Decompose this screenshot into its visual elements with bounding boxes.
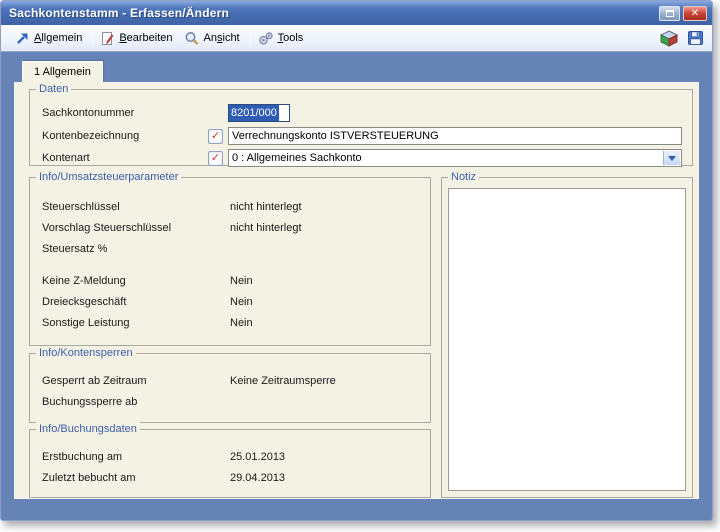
sachkontonummer-input[interactable]: 8201/000: [228, 104, 290, 122]
bullet-icon: [212, 396, 230, 412]
bullet-icon: [212, 222, 230, 238]
group-title: Info/Kontensperren: [36, 346, 136, 360]
menu-label: Ansicht: [204, 32, 240, 44]
check-slot: ✓: [208, 151, 228, 166]
bullet-icon: [212, 472, 230, 488]
info-row: Steuerschlüssel nicht hinterlegt: [42, 201, 422, 217]
info-value: Nein: [230, 275, 422, 291]
info-value: 29.04.2013: [230, 472, 422, 488]
info-label: Gesperrt ab Zeitraum: [42, 375, 212, 391]
toolbar: Allgemein Bearbeiten Ansicht Tool: [1, 25, 712, 52]
group-title: Info/Umsatzsteuerparameter: [36, 170, 181, 184]
bullet-icon: [212, 296, 230, 312]
bullet-icon: [212, 201, 230, 217]
restore-icon: [666, 10, 674, 17]
info-label: Buchungssperre ab: [42, 396, 212, 412]
tab-page-allgemein: Daten Sachkontonummer 8201/000 Kontenbez…: [14, 82, 699, 499]
edit-page-icon: [100, 31, 115, 46]
close-button[interactable]: ✕: [683, 6, 707, 21]
notiz-textarea[interactable]: [448, 188, 686, 491]
cube-icon[interactable]: [660, 30, 678, 47]
selected-text: 8201/000: [229, 105, 279, 121]
save-icon[interactable]: [687, 30, 704, 46]
info-label: Steuerschlüssel: [42, 201, 212, 217]
info-value: 25.01.2013: [230, 451, 422, 467]
magnifier-icon: [184, 31, 200, 46]
gears-icon: [258, 31, 274, 46]
info-row: Buchungssperre ab: [42, 396, 422, 412]
bullet-icon: [212, 375, 230, 391]
menu-allgemein[interactable]: Allgemein: [11, 29, 89, 47]
info-value: nicht hinterlegt: [230, 222, 422, 238]
group-title: Notiz: [448, 170, 479, 184]
toolbar-separator: [250, 30, 251, 47]
field-label: Kontenart: [42, 152, 208, 164]
menu-ansicht[interactable]: Ansicht: [180, 29, 247, 48]
tab-allgemein[interactable]: 1 Allgemein: [22, 61, 103, 83]
info-value: Keine Zeitraumsperre: [230, 375, 422, 391]
titlebar: Sachkontenstamm - Erfassen/Ändern ✕: [1, 1, 712, 25]
info-label: Steuersatz %: [42, 243, 212, 259]
check-button[interactable]: ✓: [208, 151, 223, 166]
info-value: [230, 243, 422, 259]
window-title: Sachkontenstamm - Erfassen/Ändern: [9, 6, 656, 20]
arrow-up-right-icon: [15, 31, 30, 45]
info-row: Dreiecksgeschäft Nein: [42, 296, 422, 312]
bullet-icon: [212, 451, 230, 467]
menu-label: Tools: [278, 32, 304, 44]
info-value: Nein: [230, 296, 422, 312]
field-label: Sachkontonummer: [42, 107, 208, 119]
bullet-icon: [212, 243, 230, 259]
info-label: Erstbuchung am: [42, 451, 212, 467]
check-slot: ✓: [208, 129, 228, 144]
menu-bearbeiten[interactable]: Bearbeiten: [96, 29, 179, 48]
app-window: Sachkontenstamm - Erfassen/Ändern ✕ Allg…: [0, 0, 713, 521]
info-row: Keine Z-Meldung Nein: [42, 275, 422, 291]
info-value: [230, 396, 422, 412]
group-notiz: Notiz: [441, 177, 693, 498]
info-row: Erstbuchung am 25.01.2013: [42, 451, 422, 467]
dropdown-button[interactable]: [663, 151, 680, 165]
group-umsatzsteuerparameter: Info/Umsatzsteuerparameter Steuerschlüss…: [29, 177, 431, 346]
field-label: Kontenbezeichnung: [42, 130, 208, 142]
group-title: Info/Buchungsdaten: [36, 422, 140, 436]
bullet-icon: [212, 275, 230, 291]
info-row: Gesperrt ab Zeitraum Keine Zeitraumsperr…: [42, 375, 422, 391]
group-kontensperren: Info/Kontensperren Gesperrt ab Zeitraum …: [29, 353, 431, 423]
info-row: Sonstige Leistung Nein: [42, 317, 422, 333]
group-daten: Daten Sachkontonummer 8201/000 Kontenbez…: [29, 89, 693, 166]
field-row-kontenbezeichnung: Kontenbezeichnung ✓ Verrechnungskonto IS…: [42, 126, 682, 146]
group-buchungsdaten: Info/Buchungsdaten Erstbuchung am 25.01.…: [29, 429, 431, 498]
menu-tools[interactable]: Tools: [254, 29, 311, 48]
check-button[interactable]: ✓: [208, 129, 223, 144]
info-label: Zuletzt bebucht am: [42, 472, 212, 488]
bullet-icon: [212, 317, 230, 333]
info-row: Zuletzt bebucht am 29.04.2013: [42, 472, 422, 488]
info-row: Steuersatz %: [42, 243, 422, 259]
menu-label: Bearbeiten: [119, 32, 172, 44]
restore-button[interactable]: [659, 6, 680, 21]
kontenbezeichnung-input[interactable]: Verrechnungskonto ISTVERSTEUERUNG: [228, 127, 682, 145]
kontenart-dropdown[interactable]: 0 : Allgemeines Sachkonto: [228, 149, 682, 167]
info-label: Vorschlag Steuerschlüssel: [42, 222, 212, 238]
info-row: Vorschlag Steuerschlüssel nicht hinterle…: [42, 222, 422, 238]
content-frame: 1 Allgemein Daten Sachkontonummer 8201/0…: [1, 52, 712, 520]
field-row-sachkontonummer: Sachkontonummer 8201/000: [42, 103, 682, 123]
info-value: Nein: [230, 317, 422, 333]
group-title: Daten: [36, 82, 71, 96]
screen: Sachkontenstamm - Erfassen/Ändern ✕ Allg…: [0, 0, 720, 532]
chevron-down-icon: [668, 156, 676, 161]
info-label: Dreiecksgeschäft: [42, 296, 212, 312]
info-label: Sonstige Leistung: [42, 317, 212, 333]
dropdown-value: 0 : Allgemeines Sachkonto: [232, 152, 362, 164]
toolbar-separator: [92, 30, 93, 47]
menu-label: Allgemein: [34, 32, 82, 44]
info-value: nicht hinterlegt: [230, 201, 422, 217]
info-label: Keine Z-Meldung: [42, 275, 212, 291]
field-row-kontenart: Kontenart ✓ 0 : Allgemeines Sachkonto: [42, 148, 682, 168]
